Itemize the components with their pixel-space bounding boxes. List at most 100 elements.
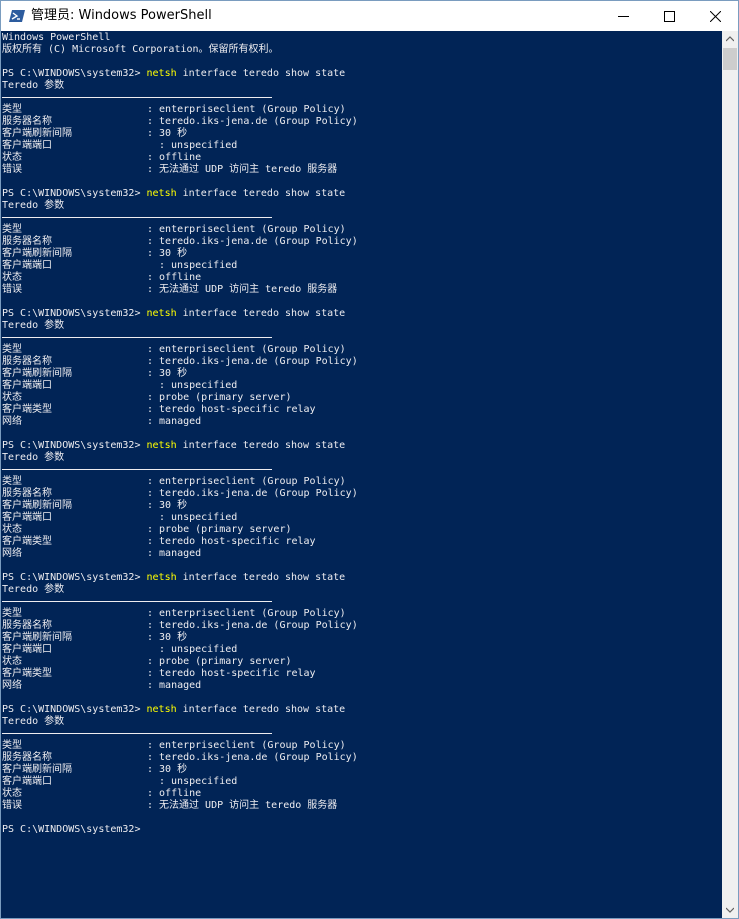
param-label: 状态 [2, 524, 22, 535]
prompt-line: PS C:\WINDOWS\system32> [2, 824, 140, 836]
section-divider [2, 97, 272, 98]
param-value: : managed [147, 416, 202, 427]
command-keyword: netsh [146, 440, 177, 451]
prompt-text: PS C:\WINDOWS\system32> [2, 68, 141, 79]
command-args: interface teredo show state [176, 704, 346, 715]
param-value: : teredo.iks-jena.de (Group Policy) [147, 752, 358, 763]
param-value: : 30 秒 [147, 128, 188, 139]
param-label: 类型 [2, 476, 22, 487]
title-bar[interactable]: 管理员: Windows PowerShell [1, 1, 738, 31]
chevron-down-icon [726, 907, 734, 913]
param-label: 类型 [2, 344, 22, 355]
scroll-thumb[interactable] [723, 48, 737, 70]
param-value: : unspecified [159, 260, 238, 271]
command-keyword: netsh [146, 308, 177, 319]
maximize-icon [664, 11, 675, 22]
param-value: : unspecified [159, 140, 238, 151]
prompt-line: PS C:\WINDOWS\system32> netsh interface … [2, 308, 345, 320]
param-label: 客户端类型 [2, 404, 52, 415]
prompt-text: PS C:\WINDOWS\system32> [2, 308, 141, 319]
param-label: 客户端端口 [2, 644, 52, 655]
param-label: 服务器名称 [2, 116, 52, 127]
param-value: : 30 秒 [147, 248, 188, 259]
param-value: : managed [147, 680, 202, 691]
section-divider [2, 601, 272, 602]
param-value: : probe (primary server) [147, 656, 292, 667]
vertical-scrollbar[interactable] [722, 31, 738, 918]
param-value: : teredo.iks-jena.de (Group Policy) [147, 116, 358, 127]
param-value: : 无法通过 UDP 访问主 teredo 服务器 [147, 800, 338, 811]
param-label: 类型 [2, 740, 22, 751]
command-keyword: netsh [146, 68, 177, 79]
param-value: : 30 秒 [147, 764, 188, 775]
scroll-up-button[interactable] [722, 31, 738, 47]
prompt-text: PS C:\WINDOWS\system32> [2, 704, 141, 715]
console-output[interactable]: Windows PowerShell 版权所有 (C) Microsoft Cor… [1, 31, 722, 918]
param-value: : 无法通过 UDP 访问主 teredo 服务器 [147, 164, 338, 175]
command-args: interface teredo show state [176, 308, 346, 319]
prompt-text: PS C:\WINDOWS\system32> [2, 824, 141, 835]
param-label: 客户端刷新间隔 [2, 764, 72, 775]
console-header-line: Windows PowerShell [2, 32, 110, 44]
param-value: : teredo host-specific relay [147, 668, 316, 679]
param-value: : offline [147, 788, 202, 799]
section-divider [2, 733, 272, 734]
command-args: interface teredo show state [176, 68, 346, 79]
param-label: 状态 [2, 272, 22, 283]
command-keyword: netsh [146, 572, 177, 583]
param-label: 服务器名称 [2, 236, 52, 247]
param-label: 状态 [2, 392, 22, 403]
section-title-line: Teredo 参数 [2, 200, 64, 212]
minimize-button[interactable] [600, 1, 646, 31]
param-label: 错误 [2, 800, 22, 811]
param-value: : 无法通过 UDP 访问主 teredo 服务器 [147, 284, 338, 295]
param-label: 客户端刷新间隔 [2, 368, 72, 379]
param-label: 错误 [2, 284, 22, 295]
prompt-line: PS C:\WINDOWS\system32> netsh interface … [2, 440, 345, 452]
command-args: interface teredo show state [176, 440, 346, 451]
section-divider [2, 469, 272, 470]
param-label: 服务器名称 [2, 752, 52, 763]
section-title: Teredo 参数 [2, 320, 65, 331]
param-value: : probe (primary server) [147, 524, 292, 535]
param-label: 客户端端口 [2, 140, 52, 151]
section-title: Teredo 参数 [2, 200, 65, 211]
param-value: : enterpriseclient (Group Policy) [147, 104, 346, 115]
param-label: 客户端类型 [2, 668, 52, 679]
param-label: 客户端刷新间隔 [2, 632, 72, 643]
close-button[interactable] [692, 1, 738, 31]
close-icon [710, 11, 721, 22]
param-value: : probe (primary server) [147, 392, 292, 403]
section-title: Teredo 参数 [2, 716, 65, 727]
param-value: : unspecified [159, 380, 238, 391]
param-label: 网络 [2, 680, 22, 691]
param-value: : offline [147, 272, 202, 283]
section-title: Teredo 参数 [2, 584, 65, 595]
section-title-line: Teredo 参数 [2, 320, 64, 332]
console-header-line: 版权所有 (C) Microsoft Corporation。保留所有权利。 [2, 44, 279, 56]
powershell-icon[interactable] [9, 8, 25, 24]
param-value: : 30 秒 [147, 500, 188, 511]
header-text: 版权所有 (C) Microsoft Corporation。保留所有权利。 [2, 44, 279, 55]
param-value: : teredo.iks-jena.de (Group Policy) [147, 620, 358, 631]
section-title-line: Teredo 参数 [2, 716, 64, 728]
prompt-line: PS C:\WINDOWS\system32> netsh interface … [2, 572, 345, 584]
minimize-icon [618, 16, 629, 17]
header-text: Windows PowerShell [2, 32, 111, 43]
param-value: : enterpriseclient (Group Policy) [147, 608, 346, 619]
param-label: 服务器名称 [2, 620, 52, 631]
param-value: : enterpriseclient (Group Policy) [147, 344, 346, 355]
section-title: Teredo 参数 [2, 80, 65, 91]
powershell-window: 管理员: Windows PowerShell Windows PowerShe… [0, 0, 739, 919]
command-args: interface teredo show state [176, 188, 346, 199]
chevron-up-icon [726, 36, 734, 42]
prompt-line: PS C:\WINDOWS\system32> netsh interface … [2, 68, 345, 80]
maximize-button[interactable] [646, 1, 692, 31]
param-value: : enterpriseclient (Group Policy) [147, 740, 346, 751]
section-divider [2, 217, 272, 218]
param-value: : 30 秒 [147, 368, 188, 379]
param-value: : teredo host-specific relay [147, 536, 316, 547]
scroll-down-button[interactable] [722, 902, 738, 918]
param-value: : enterpriseclient (Group Policy) [147, 224, 346, 235]
param-label: 状态 [2, 152, 22, 163]
